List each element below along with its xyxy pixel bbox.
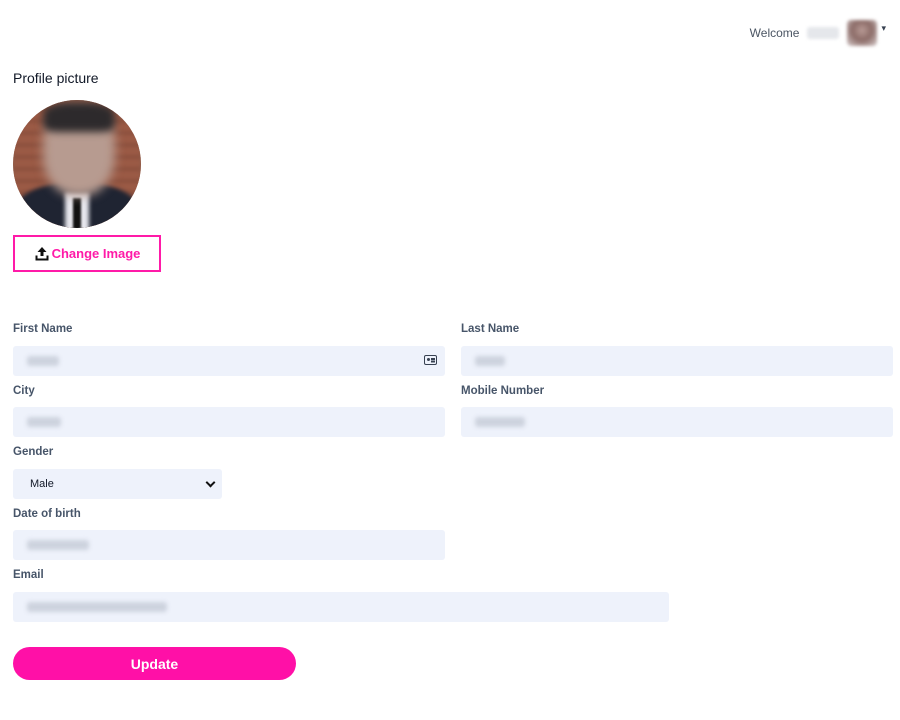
first-name-value-redacted — [27, 356, 59, 366]
mobile-number-value-redacted — [475, 417, 525, 427]
gender-label: Gender — [13, 446, 54, 458]
welcome-text: Welcome — [749, 26, 800, 40]
username-redacted — [807, 27, 840, 39]
city-input[interactable] — [13, 407, 445, 437]
update-button[interactable]: Update — [13, 647, 296, 680]
email-input[interactable] — [13, 592, 669, 622]
city-label: City — [13, 385, 35, 397]
last-name-value-redacted — [475, 356, 505, 366]
gender-select[interactable]: Male — [13, 469, 222, 499]
user-avatar[interactable] — [847, 20, 878, 46]
first-name-input[interactable] — [13, 346, 445, 376]
date-of-birth-input[interactable] — [13, 530, 445, 560]
contact-card-icon[interactable] — [424, 355, 437, 365]
change-image-button[interactable]: Change Image — [13, 235, 161, 272]
chevron-down-icon — [205, 477, 216, 487]
date-of-birth-label: Date of birth — [13, 508, 81, 520]
caret-down-icon[interactable]: ▾ — [881, 23, 886, 34]
email-label: Email — [13, 569, 44, 581]
mobile-number-input[interactable] — [461, 407, 893, 437]
profile-picture — [13, 100, 141, 228]
last-name-input[interactable] — [461, 346, 893, 376]
profile-picture-heading: Profile picture — [13, 70, 99, 86]
mobile-number-label: Mobile Number — [461, 385, 545, 397]
email-value-redacted — [27, 602, 167, 612]
first-name-label: First Name — [13, 323, 73, 335]
last-name-label: Last Name — [461, 323, 520, 335]
upload-icon — [35, 246, 49, 260]
gender-selected-value: Male — [30, 478, 54, 490]
change-image-label: Change Image — [51, 246, 141, 261]
city-value-redacted — [27, 417, 61, 427]
user-menu[interactable]: Welcome ▾ — [750, 20, 886, 46]
date-of-birth-value-redacted — [27, 540, 89, 550]
